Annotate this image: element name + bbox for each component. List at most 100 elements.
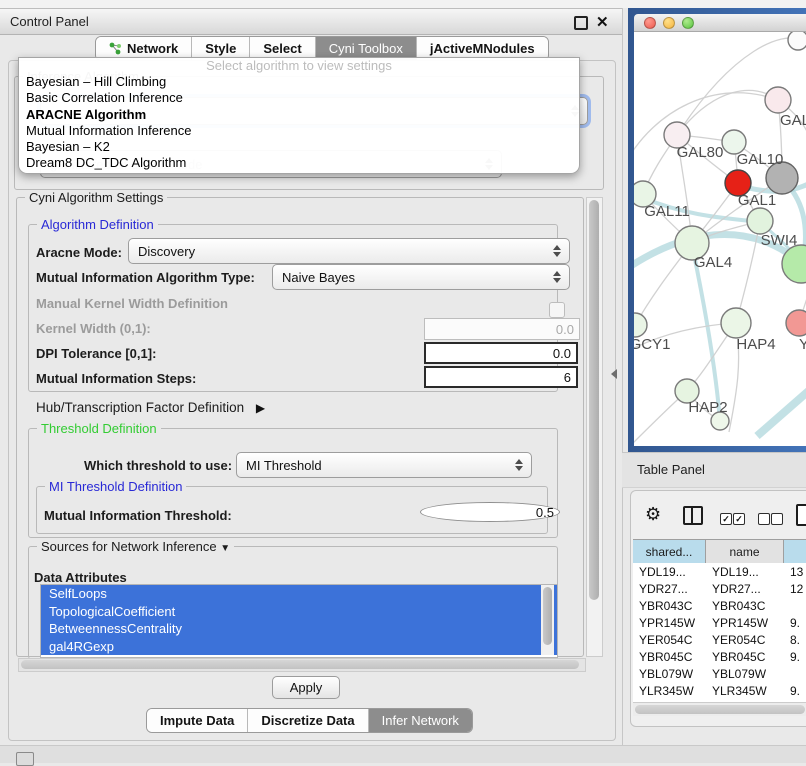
table-cell[interactable]: YBR045C (633, 650, 706, 664)
network-node[interactable] (634, 313, 647, 337)
table-row[interactable]: YER054CYER054C8. (633, 631, 806, 648)
table-row[interactable]: YLR345WYLR345W9. (633, 682, 806, 699)
table-cell[interactable]: YDL19... (706, 565, 784, 579)
table-cell[interactable]: 9. (784, 684, 806, 698)
table-cell[interactable]: YLR345W (633, 684, 706, 698)
split-divider-arrow[interactable] (611, 369, 617, 379)
tab-infer-network[interactable]: Infer Network (369, 709, 472, 732)
table-hscrollbar-track[interactable] (633, 702, 806, 716)
zoom-traffic-light-icon[interactable] (682, 17, 694, 29)
table-cell[interactable]: YDR27... (633, 582, 706, 596)
table-header-cell[interactable]: name (706, 540, 784, 564)
table-row[interactable]: YDR27...YDR27...12 (633, 580, 806, 597)
network-node[interactable] (765, 87, 791, 113)
expand-right-icon[interactable]: ▶ (256, 401, 265, 415)
list-item-gal4rgexp[interactable]: gal4RGexp (41, 638, 557, 656)
tab-select-label: Select (263, 41, 301, 56)
table-cell[interactable]: 13 (784, 565, 806, 579)
table-cell[interactable]: 9. (784, 616, 806, 630)
hub-section-text: Hub/Transcription Factor Definition (36, 400, 244, 415)
settings-scrollbar-track[interactable] (586, 197, 603, 657)
hub-section-label[interactable]: Hub/Transcription Factor Definition ▶ (36, 400, 265, 415)
popup-item-mutual-information[interactable]: Mutual Information Inference (19, 123, 579, 139)
minimize-traffic-light-icon[interactable] (663, 17, 675, 29)
cyni-algorithm-settings-title: Cyni Algorithm Settings (25, 190, 167, 205)
apply-button[interactable]: Apply (272, 676, 340, 699)
table-header-cell[interactable]: shared... (633, 540, 706, 564)
table-cell[interactable]: 9. (784, 650, 806, 664)
list-item-selfloops[interactable]: SelfLoops (41, 585, 557, 603)
settings-hscrollbar-track[interactable] (18, 658, 586, 672)
network-node[interactable] (721, 308, 751, 338)
dock-panel-icon[interactable] (16, 752, 34, 766)
mi-type-combo[interactable]: Naive Bayes (272, 264, 570, 290)
network-canvas[interactable]: GALGAL80GAL10GAL1GAL11SWI4GAL4GCY1HAP4YH… (634, 32, 806, 446)
table-header-cell[interactable] (784, 540, 806, 564)
table-cell[interactable]: YBR043C (706, 599, 784, 613)
list-item-betweennesscentrality[interactable]: BetweennessCentrality (41, 620, 557, 638)
tab-discretize-data[interactable]: Discretize Data (248, 709, 368, 732)
table-cell[interactable]: YER054C (706, 633, 784, 647)
column-layout-icon[interactable] (683, 506, 703, 525)
close-icon[interactable]: ✕ (596, 13, 609, 31)
table-cell[interactable]: YPR145W (706, 616, 784, 630)
popup-item-bayesian-hill-climbing[interactable]: Bayesian – Hill Climbing (19, 74, 579, 90)
table-cell[interactable]: 8. (784, 633, 806, 647)
aracne-mode-combo[interactable]: Discovery (128, 238, 570, 264)
table-row[interactable]: YBR045CYBR045C9. (633, 648, 806, 665)
close-traffic-light-icon[interactable] (644, 17, 656, 29)
network-edge[interactable] (757, 388, 806, 436)
mi-type-label: Mutual Information Algorithm Type: (36, 270, 255, 285)
table-panel-titlebar[interactable]: Table Panel (622, 452, 806, 488)
popup-item-aracne[interactable]: ARACNE Algorithm (19, 107, 579, 123)
table-cell[interactable]: YER054C (633, 633, 706, 647)
table-cell[interactable]: 12 (784, 582, 806, 596)
deselect-checkbox2-icon[interactable] (771, 513, 783, 525)
mi-threshold-input[interactable]: 0.5 (420, 502, 560, 522)
select-all-checkbox2-icon[interactable]: ✓ (733, 513, 745, 525)
table-row[interactable]: YBR043CYBR043C (633, 597, 806, 614)
tab-impute-data-label: Impute Data (160, 713, 234, 728)
list-item-topologicalcoefficient[interactable]: TopologicalCoefficient (41, 603, 557, 621)
which-threshold-combo[interactable]: MI Threshold (236, 452, 532, 478)
popup-item-basic-correlation[interactable]: Basic Correlation Inference (19, 90, 579, 106)
network-node-label: HAP4 (736, 336, 775, 353)
table-row[interactable]: YPR145WYPR145W9. (633, 614, 806, 631)
list-scrollbar-thumb[interactable] (543, 587, 552, 645)
mi-steps-input[interactable]: 6 (424, 366, 578, 388)
table-hscrollbar-thumb[interactable] (635, 705, 805, 714)
table-cell[interactable]: YLR345W (706, 684, 784, 698)
settings-hscrollbar-thumb[interactable] (21, 660, 579, 669)
network-node[interactable] (786, 310, 806, 336)
gear-icon[interactable]: ⚙ (645, 505, 661, 523)
table-cell[interactable]: YBL079W (633, 667, 706, 681)
manual-kernel-checkbox[interactable] (549, 302, 565, 318)
table-cell[interactable]: YPR145W (633, 616, 706, 630)
data-attributes-list[interactable]: SelfLoops TopologicalCoefficient Between… (40, 584, 558, 658)
deselect-checkbox-icon[interactable] (758, 513, 770, 525)
kernel-width-input[interactable]: 0.0 (424, 318, 580, 340)
table-row[interactable]: YBL079WYBL079W (633, 665, 806, 682)
network-node[interactable] (747, 208, 773, 234)
control-panel-titlebar[interactable]: Control Panel ✕ (0, 8, 622, 35)
select-all-checkbox-icon[interactable]: ✓ (720, 513, 732, 525)
table-cell[interactable]: YBL079W (706, 667, 784, 681)
list-scrollbar-track[interactable] (541, 585, 554, 655)
table-cell[interactable]: YDL19... (633, 565, 706, 579)
network-view-window[interactable]: GALGAL80GAL10GAL1GAL11SWI4GAL4GCY1HAP4YH… (628, 8, 806, 452)
network-node[interactable] (788, 32, 806, 50)
network-window-titlebar[interactable] (634, 14, 806, 32)
table-cell[interactable]: YBR045C (706, 650, 784, 664)
function-builder-icon[interactable] (796, 504, 806, 526)
settings-scrollbar-thumb[interactable] (589, 200, 599, 600)
table-cell[interactable]: YBR043C (633, 599, 706, 613)
algorithm-dropdown-popup: Select algorithm to view settings Bayesi… (18, 57, 580, 174)
tab-impute-data[interactable]: Impute Data (147, 709, 248, 732)
popup-item-dream8[interactable]: Dream8 DC_TDC Algorithm (19, 155, 579, 171)
dpi-tolerance-input[interactable]: 0.0 (424, 342, 578, 364)
popup-item-bayesian-k2[interactable]: Bayesian – K2 (19, 139, 579, 155)
table-cell[interactable]: YDR27... (706, 582, 784, 596)
table-row[interactable]: YDL19...YDL19...13 (633, 563, 806, 580)
expand-down-icon[interactable]: ▼ (220, 543, 230, 554)
float-window-icon[interactable] (574, 16, 588, 30)
